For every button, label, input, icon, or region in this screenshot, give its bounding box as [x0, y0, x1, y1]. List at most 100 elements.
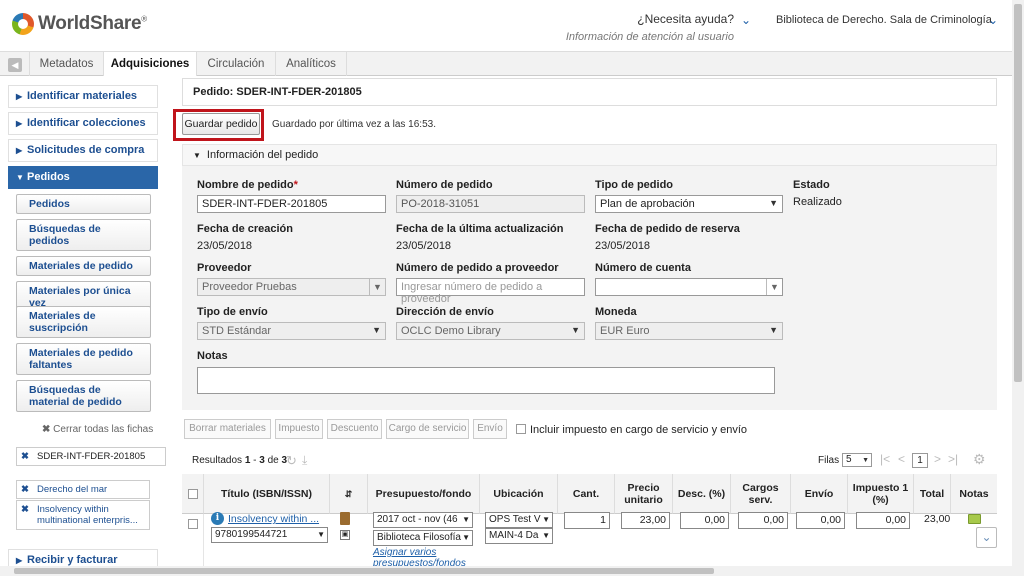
quantity-input[interactable]: 1: [564, 512, 610, 529]
col-unit-price[interactable]: Precio unitario: [615, 474, 673, 514]
info-icon[interactable]: i: [211, 512, 224, 525]
order-type-select[interactable]: Plan de aprobación ▼: [595, 195, 783, 213]
supplier-order-label: Número de pedido a proveedor: [396, 262, 559, 274]
chevron-down-icon[interactable]: ⌄: [741, 13, 751, 27]
col-title[interactable]: Título (ISBN/ISSN): [204, 474, 330, 514]
notes-textarea[interactable]: [197, 367, 775, 394]
select-all-checkbox[interactable]: [187, 488, 198, 499]
isbn-select[interactable]: 9780199544721 ▼: [211, 527, 328, 543]
col-format[interactable]: ⇵: [330, 474, 368, 514]
download-icon[interactable]: ⤓: [302, 453, 307, 468]
close-icon[interactable]: ✖: [21, 484, 29, 495]
sidebar-button-busquedas-de-pedidos[interactable]: Búsquedas de pedidos: [16, 219, 151, 251]
open-item-insolvency[interactable]: ✖ Insolvency within multinational enterpr…: [16, 500, 150, 530]
close-icon[interactable]: ✖: [21, 504, 29, 515]
include-tax-checkbox[interactable]: [516, 424, 526, 434]
col-notes[interactable]: Notas: [951, 474, 997, 514]
open-item-order[interactable]: ✖ SDER-INT-FDER-201805: [16, 447, 166, 466]
service-charge-input[interactable]: 0,00: [738, 512, 788, 529]
gear-icon[interactable]: ⚙: [973, 451, 986, 468]
tab-adquisiciones[interactable]: Adquisiciones: [104, 52, 197, 76]
close-all-tabs-link[interactable]: ✖ Cerrar todas las fichas: [42, 424, 153, 435]
shipping-type-label: Tipo de envío: [197, 306, 268, 318]
account-select[interactable]: ▼: [595, 278, 783, 296]
dropdown-arrow-icon: ▼: [769, 198, 778, 208]
col-total[interactable]: Total: [914, 474, 951, 514]
sidebar-section-solicitudes-de-compra[interactable]: ▶ Solicitudes de compra: [8, 139, 158, 162]
discount-input[interactable]: 0,00: [680, 512, 729, 529]
account-label: Número de cuenta: [595, 262, 691, 274]
updated-date-label: Fecha de la última actualización: [396, 223, 564, 235]
order-name-label: Nombre de pedido*: [197, 179, 298, 191]
reserve-date-label: Fecha de pedido de reserva: [595, 223, 740, 235]
discount-button[interactable]: Descuento: [327, 419, 382, 439]
collapse-sidebar-icon[interactable]: ◀: [8, 58, 22, 72]
sidebar-section-identificar-materiales[interactable]: ▶ Identificar materiales: [8, 85, 158, 108]
tab-metadatos[interactable]: Metadatos: [29, 52, 104, 76]
save-order-button[interactable]: Guardar pedido: [182, 113, 260, 135]
item-title-link[interactable]: Insolvency within ...: [228, 513, 319, 525]
fund-select[interactable]: Biblioteca Filosofía ▼: [373, 530, 473, 546]
sidebar-section-identificar-colecciones[interactable]: ▶ Identificar colecciones: [8, 112, 158, 135]
order-number-input: PO-2018-31051: [396, 195, 585, 213]
sidebar-button-pedidos[interactable]: Pedidos: [16, 194, 151, 214]
tax-button[interactable]: Impuesto: [275, 419, 323, 439]
dropdown-arrow-icon: ▼: [766, 279, 782, 295]
tax-input[interactable]: 0,00: [856, 512, 910, 529]
chevron-down-icon[interactable]: ⌄: [976, 527, 997, 548]
clear-items-button[interactable]: Borrar materiales: [184, 419, 271, 439]
service-charge-button[interactable]: Cargo de servicio: [386, 419, 469, 439]
tab-analiticos[interactable]: Analíticos: [276, 52, 347, 76]
logo-text: WorldShare®: [38, 13, 147, 34]
col-budget[interactable]: Presupuesto/fondo: [368, 474, 480, 514]
location-select[interactable]: OPS Test V ▼: [485, 512, 553, 528]
sidebar-button-materiales-faltantes[interactable]: Materiales de pedido faltantes: [16, 343, 151, 375]
rows-per-page-select[interactable]: 5 ▼: [842, 453, 872, 467]
order-name-input[interactable]: SDER-INT-FDER-201805: [197, 195, 386, 213]
last-page-icon[interactable]: >|: [948, 452, 958, 466]
shelf-select[interactable]: MAIN-4 Da ▼: [485, 528, 553, 544]
col-location[interactable]: Ubicación: [480, 474, 558, 514]
close-icon[interactable]: ✖: [21, 451, 29, 462]
sidebar-button-materiales-de-pedido[interactable]: Materiales de pedido: [16, 256, 151, 276]
order-title: Pedido: SDER-INT-FDER-201805: [182, 78, 997, 106]
row-checkbox[interactable]: [188, 519, 198, 529]
order-type-label: Tipo de pedido: [595, 179, 674, 191]
currency-select: EUR Euro ▼: [595, 322, 783, 340]
book-icon: [340, 512, 350, 525]
order-info-toggle[interactable]: ▼ Información del pedido: [182, 144, 997, 166]
module-tabs: ◀ Metadatos Adquisiciones Circulación An…: [0, 51, 1012, 76]
tab-circulacion[interactable]: Circulación: [197, 52, 276, 76]
include-tax-label: Incluir impuesto en cargo de servicio y …: [530, 424, 748, 436]
budget-select[interactable]: 2017 oct - nov (46 ▼: [373, 512, 473, 528]
col-tax[interactable]: Impuesto 1 (%): [848, 474, 914, 514]
supplier-order-input[interactable]: Ingresar número de pedido a proveedor: [396, 278, 585, 305]
col-discount[interactable]: Desc. (%): [673, 474, 731, 514]
horizontal-scrollbar-thumb[interactable]: [14, 568, 714, 574]
unit-price-input[interactable]: 23,00: [621, 512, 670, 529]
sidebar-button-busquedas-de-material[interactable]: Búsquedas de material de pedido: [16, 380, 151, 412]
chevron-down-icon[interactable]: ⌄: [988, 13, 998, 27]
note-icon[interactable]: [968, 514, 981, 524]
dropdown-arrow-icon: ▼: [317, 530, 325, 539]
sidebar-button-materiales-de-suscripcion[interactable]: Materiales de suscripción: [16, 306, 151, 338]
sidebar-section-pedidos[interactable]: ▼ Pedidos: [8, 166, 158, 189]
prev-page-icon[interactable]: <: [898, 452, 905, 466]
next-page-icon[interactable]: >: [934, 452, 941, 466]
select-all-header: [182, 474, 204, 514]
help-menu[interactable]: ¿Necesita ayuda? Información de atención…: [566, 12, 734, 43]
dropdown-arrow-icon: ▼: [542, 531, 550, 540]
refresh-icon[interactable]: ↻: [286, 453, 297, 469]
first-page-icon[interactable]: |<: [880, 452, 890, 466]
col-quantity[interactable]: Cant.: [558, 474, 615, 514]
library-selector[interactable]: Biblioteca de Derecho. Sala de Criminolo…: [776, 14, 992, 26]
supplier-select[interactable]: Proveedor Pruebas ▼: [197, 278, 386, 296]
vertical-scrollbar-thumb[interactable]: [1014, 4, 1022, 382]
worldshare-logo[interactable]: WorldShare®: [12, 13, 147, 35]
open-item-derecho-del-mar[interactable]: ✖ Derecho del mar: [16, 480, 150, 499]
col-service-charge[interactable]: Cargos serv.: [731, 474, 791, 514]
shipping-input[interactable]: 0,00: [796, 512, 845, 529]
page-number-input[interactable]: 1: [912, 453, 928, 468]
col-shipping[interactable]: Envío: [791, 474, 848, 514]
shipping-button[interactable]: Envío: [473, 419, 507, 439]
